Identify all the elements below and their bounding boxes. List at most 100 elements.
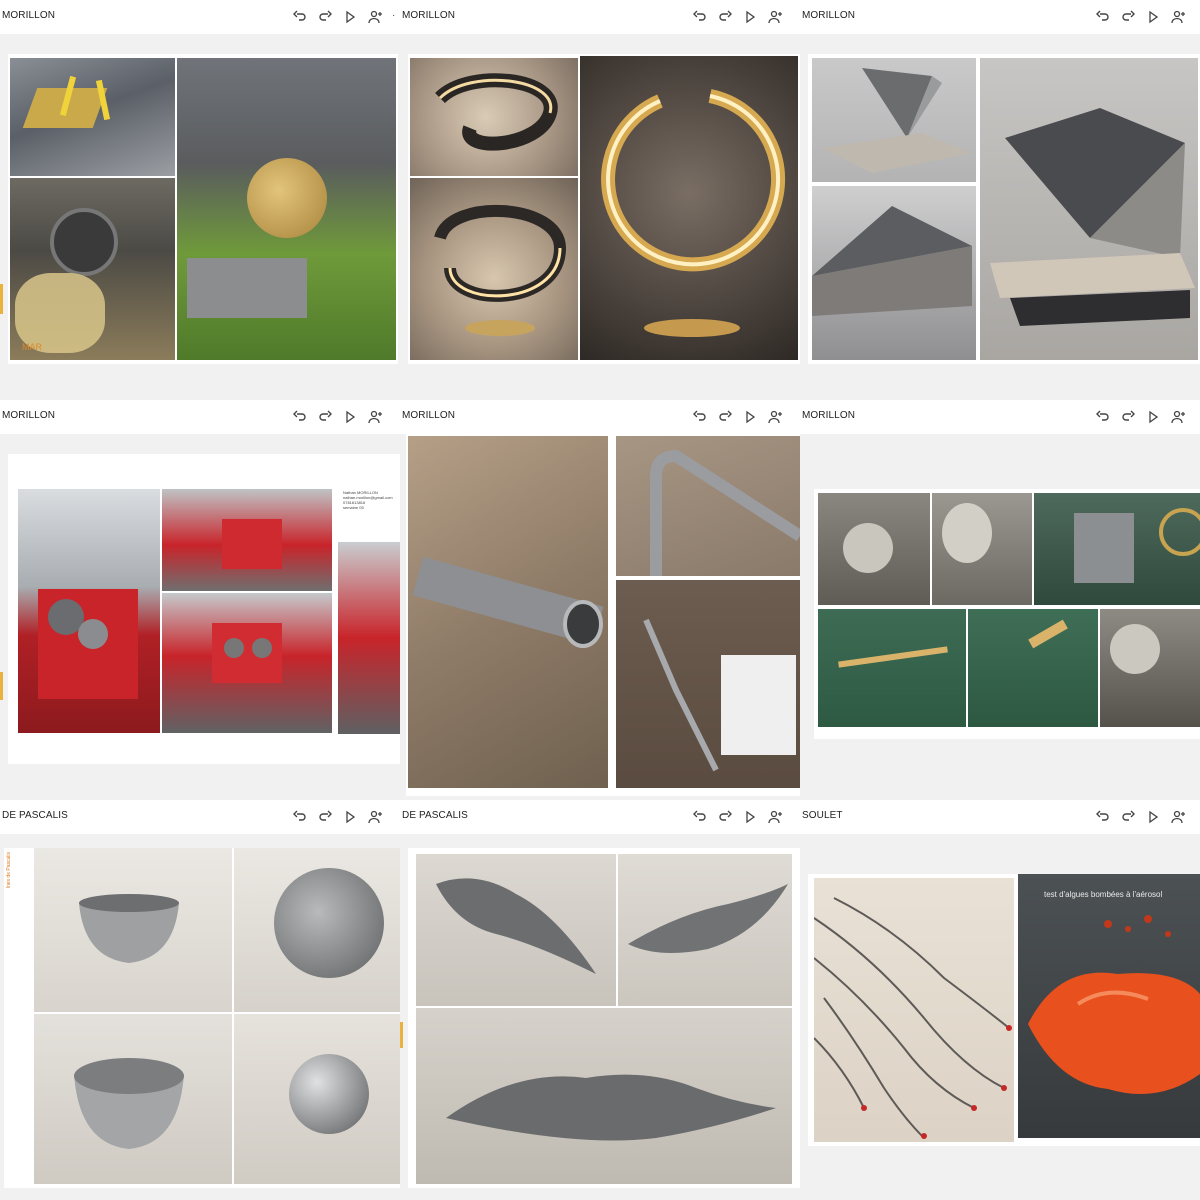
presenter-name: MORILLON xyxy=(2,410,56,421)
panel-header: DE PASCALIS xyxy=(0,800,400,834)
add-person-icon[interactable] xyxy=(767,409,783,425)
slide xyxy=(406,434,800,796)
watermark-text: MAR xyxy=(22,342,42,352)
add-person-icon[interactable] xyxy=(1170,809,1186,825)
photo-tube-sketch xyxy=(616,580,800,788)
photo-bent-tube xyxy=(616,436,800,576)
toolbar xyxy=(1095,408,1200,426)
redo-icon[interactable] xyxy=(717,409,733,425)
play-icon[interactable] xyxy=(1145,809,1161,825)
photo-grinder-1 xyxy=(818,493,930,605)
panel-header: DE PASCALIS xyxy=(400,800,800,834)
add-person-icon[interactable] xyxy=(367,809,383,825)
more-icon[interactable] xyxy=(1195,809,1200,825)
undo-icon[interactable] xyxy=(1095,809,1111,825)
more-icon[interactable]: · xyxy=(392,10,395,21)
undo-icon[interactable] xyxy=(1095,9,1111,25)
more-icon[interactable] xyxy=(1195,409,1200,425)
toolbar xyxy=(1095,8,1200,26)
toolbar xyxy=(292,8,383,26)
photo-spiral-lamp-wall xyxy=(410,58,578,176)
undo-icon[interactable] xyxy=(692,409,708,425)
presenter-name: MORILLON xyxy=(402,10,456,21)
more-icon[interactable] xyxy=(1195,9,1200,25)
panel-8: DE PASCALIS xyxy=(400,800,800,1200)
photo-grinder-2 xyxy=(932,493,1032,605)
contact-info: Nathan MORILLON nathan.morillon@gmail.co… xyxy=(343,490,393,510)
redo-icon[interactable] xyxy=(317,809,333,825)
redo-icon[interactable] xyxy=(717,9,733,25)
panel-header: MORILLON · xyxy=(0,0,400,34)
photo-metal-animal-3 xyxy=(416,1008,792,1184)
panel-header: MORILLON xyxy=(400,400,800,434)
photo-bowl-angle xyxy=(34,1014,232,1184)
redo-icon[interactable] xyxy=(1120,409,1136,425)
add-person-icon[interactable] xyxy=(367,9,383,25)
undo-icon[interactable] xyxy=(292,9,308,25)
add-person-icon[interactable] xyxy=(1170,9,1186,25)
add-person-icon[interactable] xyxy=(367,409,383,425)
panel-6: MORILLON xyxy=(800,400,1200,800)
add-person-icon[interactable] xyxy=(767,9,783,25)
photo-metal-animal-2 xyxy=(618,854,792,1006)
play-icon[interactable] xyxy=(742,9,758,25)
play-icon[interactable] xyxy=(742,809,758,825)
photo-bending-tube xyxy=(338,542,400,734)
photo-grinder-3 xyxy=(1100,609,1200,727)
photo-bowl-top xyxy=(234,848,400,1012)
slide xyxy=(808,54,1200,364)
panel-4: MORILLON Nathan MORILLON nathan.morillon xyxy=(0,400,400,800)
presenter-name: MORILLON xyxy=(402,410,456,421)
undo-icon[interactable] xyxy=(1095,409,1111,425)
play-icon[interactable] xyxy=(1145,409,1161,425)
undo-icon[interactable] xyxy=(692,809,708,825)
redo-icon[interactable] xyxy=(1120,9,1136,25)
photo-welding-table xyxy=(10,58,175,176)
panel-header: MORILLON xyxy=(800,400,1200,434)
slide xyxy=(408,54,800,364)
slide-area xyxy=(800,34,1200,400)
photo-spiral-lamp-table xyxy=(410,178,578,360)
photo-cutting-mat-2 xyxy=(968,609,1098,727)
panel-7: DE PASCALIS Ines de Pascalis xyxy=(0,800,400,1200)
toolbar xyxy=(292,408,383,426)
presenter-name: MORILLON xyxy=(2,10,56,21)
add-person-icon[interactable] xyxy=(767,809,783,825)
photo-roller-machine-bottom xyxy=(162,593,332,733)
play-icon[interactable] xyxy=(742,409,758,425)
slide-area: test d'algues bombées à l'aérosol xyxy=(800,834,1200,1200)
redo-icon[interactable] xyxy=(1120,809,1136,825)
toolbar xyxy=(692,808,783,826)
play-icon[interactable] xyxy=(342,9,358,25)
panel-header: MORILLON xyxy=(0,400,400,434)
slide: Nathan MORILLON nathan.morillon@gmail.co… xyxy=(8,454,400,764)
undo-icon[interactable] xyxy=(292,809,308,825)
photo-pyramid-large xyxy=(980,58,1198,360)
redo-icon[interactable] xyxy=(717,809,733,825)
undo-icon[interactable] xyxy=(292,409,308,425)
photo-cutting-mat-1 xyxy=(818,609,966,727)
edge-marker xyxy=(0,672,3,700)
slide-area xyxy=(400,434,800,800)
play-icon[interactable] xyxy=(342,809,358,825)
presenter-name: MORILLON xyxy=(802,410,856,421)
panel-5: MORILLON xyxy=(400,400,800,800)
slide: test d'algues bombées à l'aérosol xyxy=(808,874,1200,1146)
slide xyxy=(408,848,800,1188)
panel-3: MORILLON xyxy=(800,0,1200,400)
redo-icon[interactable] xyxy=(317,409,333,425)
panel-9: SOULET test d'algues bombées à l'aérosol xyxy=(800,800,1200,1200)
slide-area xyxy=(800,434,1200,800)
redo-icon[interactable] xyxy=(317,9,333,25)
play-icon[interactable] xyxy=(1145,9,1161,25)
slide-area: Nathan MORILLON nathan.morillon@gmail.co… xyxy=(0,434,400,800)
toolbar xyxy=(692,8,783,26)
add-person-icon[interactable] xyxy=(1170,409,1186,425)
photo-metal-animal-1 xyxy=(416,854,616,1006)
play-icon[interactable] xyxy=(342,409,358,425)
slide xyxy=(814,489,1200,739)
undo-icon[interactable] xyxy=(692,9,708,25)
toolbar xyxy=(292,808,383,826)
panel-1: MORILLON · MAR xyxy=(0,0,400,400)
panel-header: SOULET xyxy=(800,800,1200,834)
